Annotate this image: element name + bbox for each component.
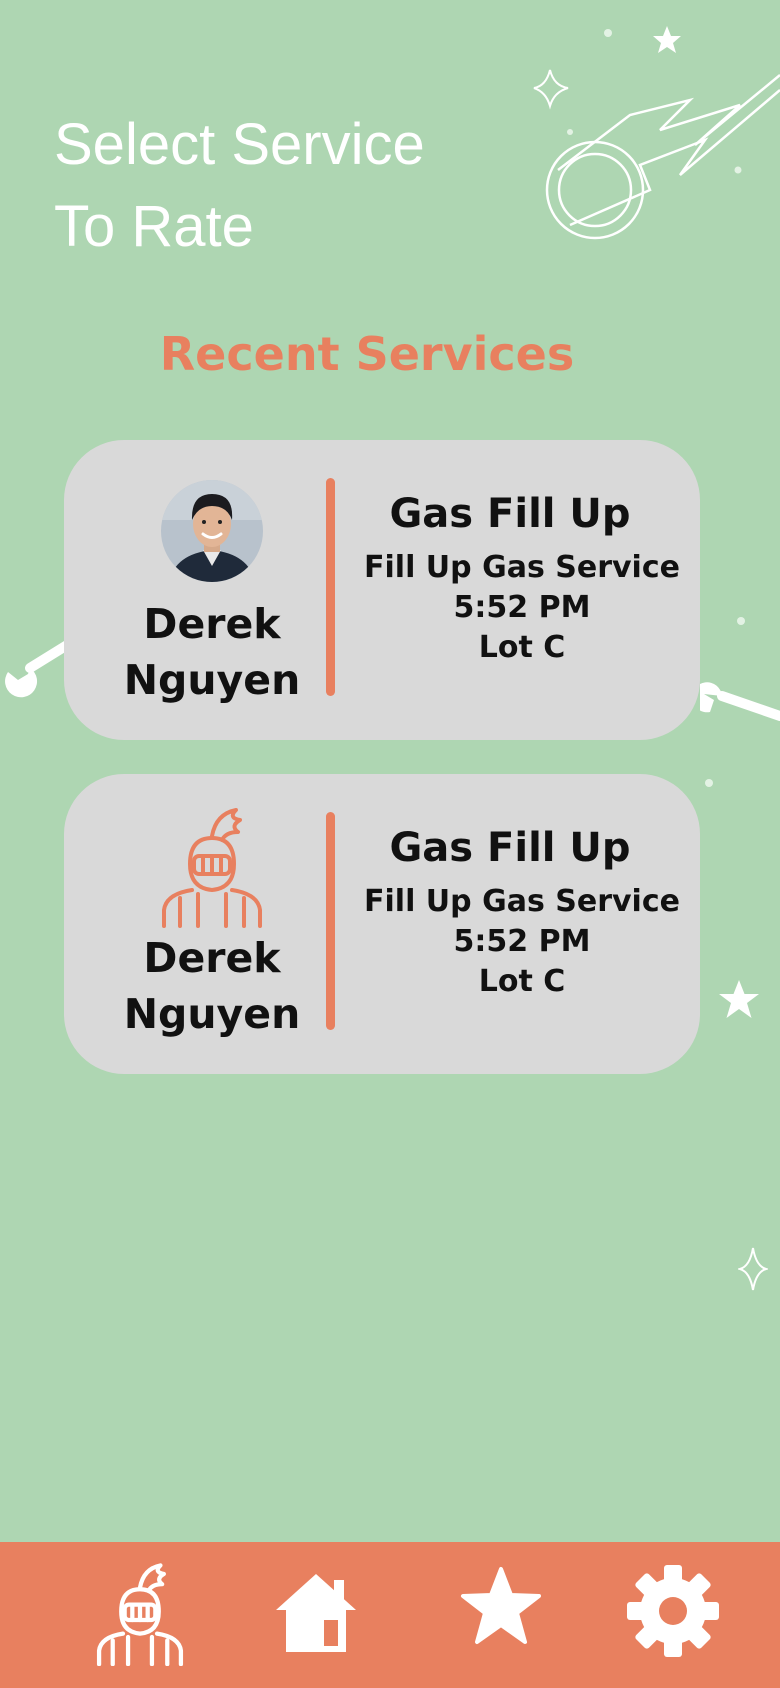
comet-decoration <box>533 26 780 240</box>
service-location: Lot C <box>478 964 566 999</box>
knight-icon <box>162 808 262 928</box>
card-divider <box>326 812 335 1030</box>
dot-decoration <box>737 617 745 625</box>
provider-first-name: Derek <box>143 600 281 648</box>
page-title-line2: To Rate <box>54 194 254 259</box>
star-decoration <box>719 980 759 1018</box>
service-card[interactable]: Derek Nguyen Gas Fill Up Fill Up Gas Ser… <box>64 440 700 740</box>
wrench-decoration-right <box>700 682 780 721</box>
section-title: Recent Services <box>159 327 575 381</box>
sparkle-decoration <box>738 1247 768 1291</box>
dot-decoration <box>705 779 713 787</box>
wrench-decoration-left <box>5 637 72 698</box>
bottom-nav <box>0 1542 780 1688</box>
nav-profile-button[interactable] <box>90 1562 190 1667</box>
service-title: Gas Fill Up <box>389 491 631 537</box>
service-time: 5:52 PM <box>453 924 591 959</box>
card-divider <box>326 478 335 696</box>
provider-last-name: Nguyen <box>123 990 301 1038</box>
service-description: Fill Up Gas Service <box>364 884 680 919</box>
provider-name: Derek Nguyen <box>104 596 320 708</box>
knight-icon <box>96 1563 184 1667</box>
avatar <box>161 480 263 582</box>
service-description: Fill Up Gas Service <box>364 550 680 585</box>
service-card[interactable]: Derek Nguyen Gas Fill Up Fill Up Gas Ser… <box>64 774 700 1074</box>
provider-last-name: Nguyen <box>123 656 301 704</box>
page-title-line1: Select Service <box>54 112 425 177</box>
provider-first-name: Derek <box>143 934 281 982</box>
page-title: Select Service To Rate <box>54 104 425 268</box>
service-time: 5:52 PM <box>453 590 591 625</box>
nav-home-button[interactable] <box>274 1570 358 1654</box>
service-location: Lot C <box>478 630 566 665</box>
provider-name: Derek Nguyen <box>104 930 320 1042</box>
nav-settings-button[interactable] <box>626 1564 720 1658</box>
home-icon <box>276 1574 356 1652</box>
nav-rate-button[interactable] <box>460 1566 542 1646</box>
service-title: Gas Fill Up <box>389 825 631 871</box>
star-icon <box>461 1567 541 1644</box>
gear-icon <box>627 1565 719 1657</box>
